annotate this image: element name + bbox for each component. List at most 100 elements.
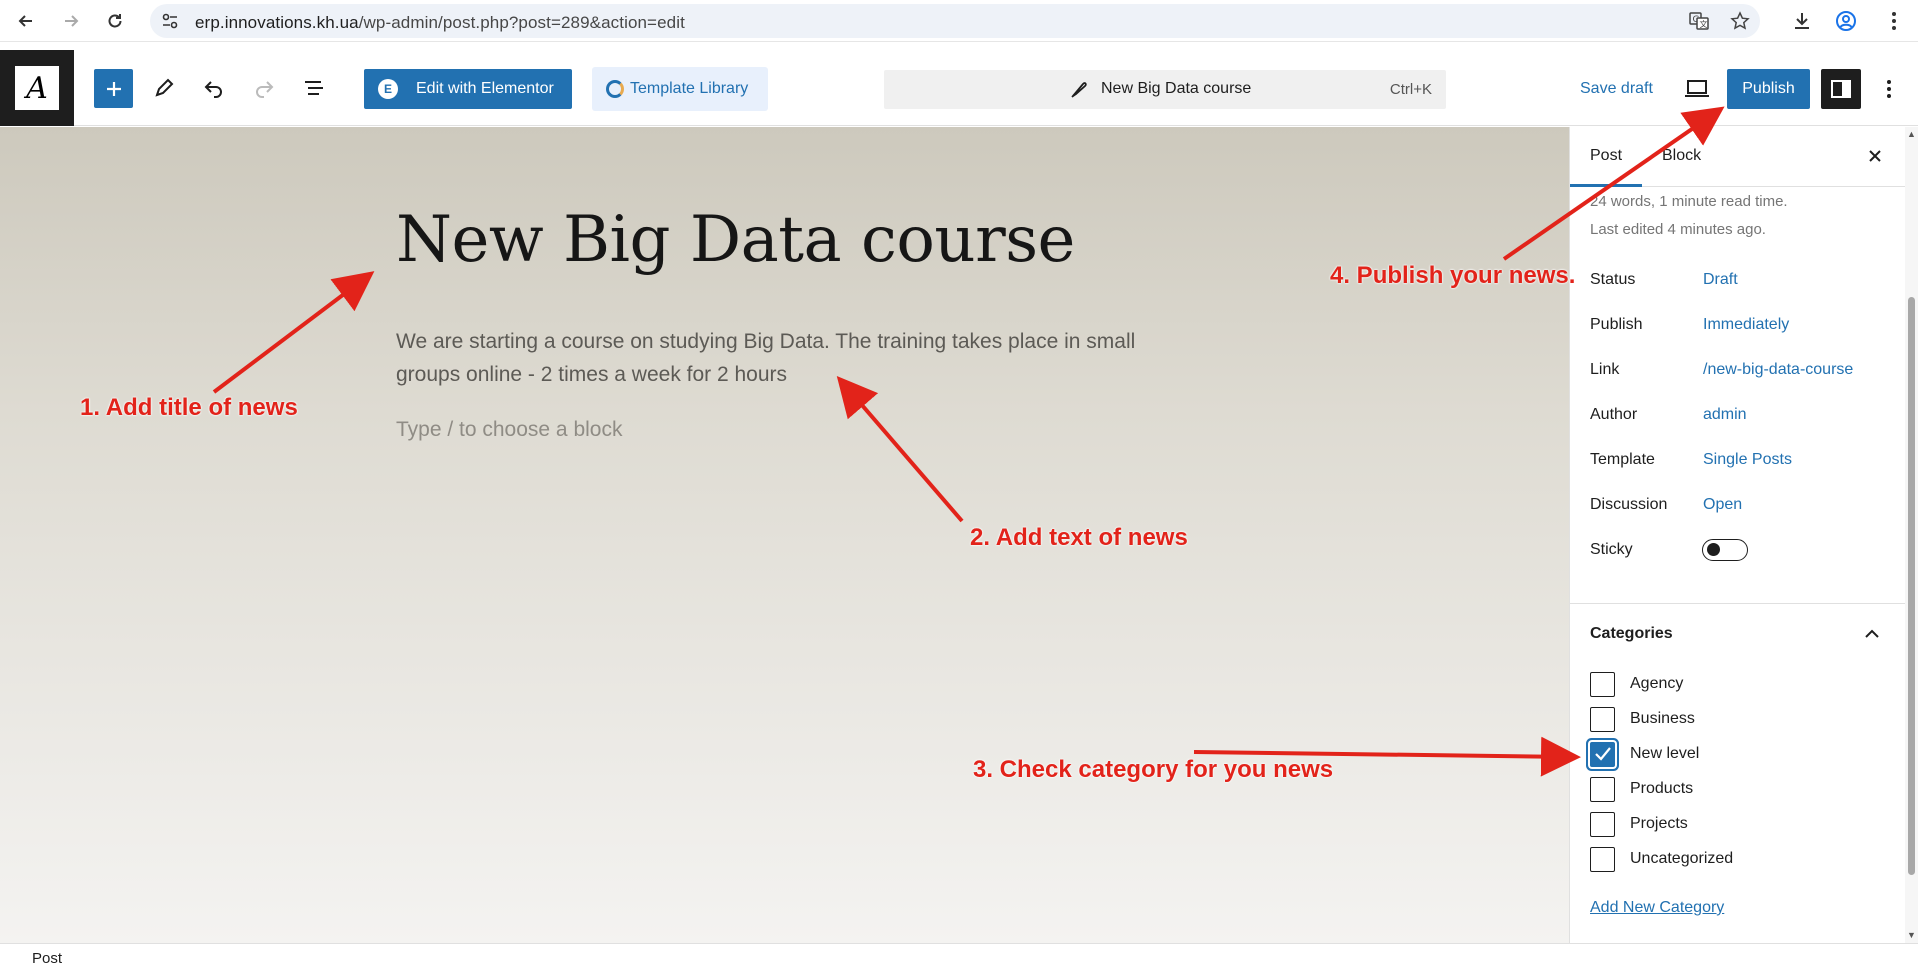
category-checkbox[interactable] xyxy=(1590,741,1615,767)
site-logo-button[interactable]: A xyxy=(0,50,74,126)
chevron-up-icon[interactable] xyxy=(1861,623,1883,645)
address-bar[interactable]: erp.innovations.kh.ua/wp-admin/post.php?… xyxy=(150,4,1760,38)
tab-block[interactable]: Block xyxy=(1662,147,1701,165)
template-value[interactable]: Single Posts xyxy=(1703,451,1792,469)
template-library-button[interactable]: Template Library xyxy=(592,67,768,111)
author-label: Author xyxy=(1590,406,1638,423)
panel-divider xyxy=(1570,603,1905,604)
pencil-icon xyxy=(155,78,174,97)
template-library-label: Template Library xyxy=(630,80,749,97)
annotation-step-2: 2. Add text of news xyxy=(970,524,1188,551)
template-label: Template xyxy=(1590,451,1655,468)
back-icon[interactable] xyxy=(14,9,38,33)
scrollbar-thumb[interactable] xyxy=(1908,297,1915,875)
sticky-toggle[interactable] xyxy=(1702,539,1748,561)
sidebar-icon xyxy=(1831,80,1851,98)
template-library-icon xyxy=(606,80,624,98)
block-inserter-button[interactable] xyxy=(94,69,133,108)
sidebar-scrollbar[interactable]: ▲ ▼ xyxy=(1905,127,1918,943)
scroll-up-icon[interactable]: ▲ xyxy=(1907,129,1916,139)
document-overview-button[interactable] xyxy=(298,72,330,104)
category-checkbox[interactable] xyxy=(1590,846,1615,872)
elementor-icon: E xyxy=(378,79,398,99)
add-new-category-link[interactable]: Add New Category xyxy=(1590,899,1724,917)
category-checkbox[interactable] xyxy=(1590,811,1615,837)
category-label: Agency xyxy=(1630,675,1684,692)
block-breadcrumb-bar: Post xyxy=(0,943,1918,971)
category-agency[interactable]: Agency xyxy=(1590,671,1683,697)
status-label: Status xyxy=(1590,271,1636,288)
checkmark-icon xyxy=(1594,747,1611,761)
category-checkbox[interactable] xyxy=(1590,706,1615,732)
reload-icon[interactable] xyxy=(103,9,127,33)
more-vertical-icon xyxy=(1887,80,1891,98)
category-checkbox[interactable] xyxy=(1590,671,1615,697)
toggle-knob xyxy=(1707,543,1720,556)
command-palette-button[interactable]: New Big Data course Ctrl+K xyxy=(884,70,1446,109)
annotation-step-1: 1. Add title of news xyxy=(80,394,298,421)
category-label: Projects xyxy=(1630,815,1688,832)
sidebar-tabs: Post Block xyxy=(1570,127,1905,187)
url-path: /wp-admin/post.php?post=289&action=edit xyxy=(358,13,685,32)
save-draft-button[interactable]: Save draft xyxy=(1580,80,1653,98)
annotation-step-4: 4. Publish your news. xyxy=(1330,262,1576,289)
category-label: Products xyxy=(1630,780,1694,797)
link-value[interactable]: /new-big-data-course xyxy=(1703,361,1853,379)
browser-menu-icon[interactable] xyxy=(1882,9,1906,33)
site-logo-icon: A xyxy=(15,66,59,110)
sticky-label: Sticky xyxy=(1590,541,1633,558)
undo-button[interactable] xyxy=(198,72,230,104)
discussion-label: Discussion xyxy=(1590,496,1668,513)
browser-toolbar: erp.innovations.kh.ua/wp-admin/post.php?… xyxy=(0,0,1918,42)
last-edited: Last edited 4 minutes ago. xyxy=(1590,221,1766,238)
post-paragraph[interactable]: We are starting a course on studying Big… xyxy=(396,325,1156,391)
desktop-preview-icon xyxy=(1685,80,1709,97)
svg-text:文: 文 xyxy=(1700,19,1708,29)
category-label: Business xyxy=(1630,710,1695,727)
bookmark-star-icon[interactable] xyxy=(1728,9,1752,33)
author-value[interactable]: admin xyxy=(1703,406,1747,424)
preview-button[interactable] xyxy=(1682,74,1712,104)
scroll-down-icon[interactable]: ▼ xyxy=(1907,930,1916,940)
tools-button[interactable] xyxy=(148,72,180,104)
options-button[interactable] xyxy=(1874,72,1904,106)
category-products[interactable]: Products xyxy=(1590,776,1693,802)
categories-heading[interactable]: Categories xyxy=(1590,625,1673,643)
translate-icon[interactable]: G文 xyxy=(1687,9,1711,33)
edit-with-elementor-label: Edit with Elementor xyxy=(416,80,554,97)
url-text: erp.innovations.kh.ua/wp-admin/post.php?… xyxy=(195,13,685,33)
list-view-icon xyxy=(305,81,323,95)
settings-sidebar: Post Block 24 words, 1 minute read time.… xyxy=(1569,127,1905,943)
edit-with-elementor-button[interactable]: E Edit with Elementor xyxy=(364,69,572,109)
command-shortcut: Ctrl+K xyxy=(1389,81,1432,98)
settings-sidebar-toggle[interactable] xyxy=(1821,69,1861,109)
category-projects[interactable]: Projects xyxy=(1590,811,1688,837)
block-appender[interactable]: Type / to choose a block xyxy=(396,418,622,442)
download-icon[interactable] xyxy=(1790,9,1814,33)
post-title[interactable]: New Big Data course xyxy=(396,203,1075,277)
breadcrumb[interactable]: Post xyxy=(32,950,62,967)
forward-icon[interactable] xyxy=(59,9,83,33)
category-checkbox[interactable] xyxy=(1590,776,1615,802)
category-new-level[interactable]: New level xyxy=(1590,741,1699,767)
tab-post[interactable]: Post xyxy=(1590,147,1622,165)
redo-button[interactable] xyxy=(248,72,280,104)
editor-header: A E Edit with Elementor Template Library… xyxy=(0,50,1918,126)
category-uncategorized[interactable]: Uncategorized xyxy=(1590,846,1733,872)
close-sidebar-button[interactable] xyxy=(1862,143,1888,169)
site-settings-icon[interactable] xyxy=(160,11,180,31)
editor-canvas[interactable]: New Big Data course We are starting a co… xyxy=(0,127,1569,943)
category-business[interactable]: Business xyxy=(1590,706,1695,732)
status-value[interactable]: Draft xyxy=(1703,271,1738,289)
publish-value[interactable]: Immediately xyxy=(1703,316,1789,334)
redo-icon xyxy=(256,81,274,98)
link-label: Link xyxy=(1590,361,1620,378)
profile-icon[interactable] xyxy=(1834,9,1858,33)
category-label: Uncategorized xyxy=(1630,850,1734,867)
document-title: New Big Data course xyxy=(1101,80,1252,97)
plus-icon xyxy=(106,81,121,96)
feather-icon xyxy=(1071,82,1087,98)
category-label: New level xyxy=(1630,745,1700,762)
discussion-value[interactable]: Open xyxy=(1703,496,1742,514)
publish-button[interactable]: Publish xyxy=(1727,69,1810,109)
